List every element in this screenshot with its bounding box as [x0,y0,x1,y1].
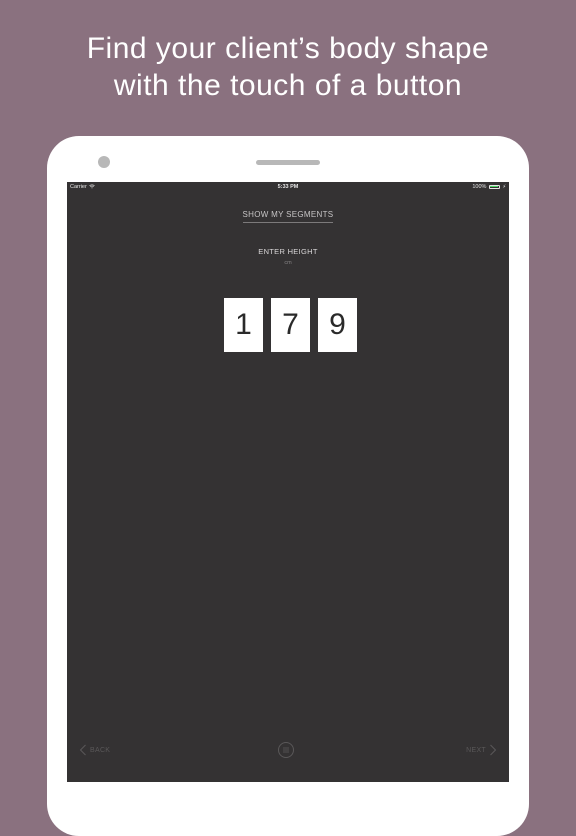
height-digit-1[interactable]: 1 [224,298,263,352]
app-screen: Carrier 5:33 PM 100% ⚡ SHOW MY SEGMENTS … [67,182,509,782]
battery-fill [490,186,499,187]
height-unit-label: cm [284,260,292,266]
back-label: BACK [90,746,111,754]
tablet-frame: Carrier 5:33 PM 100% ⚡ SHOW MY SEGMENTS … [47,136,529,836]
promo-headline-line-1: Find your client’s body shape [86,32,490,65]
camera-dot [98,156,110,168]
show-segments-link[interactable]: SHOW MY SEGMENTS [242,210,334,223]
status-bar: Carrier 5:33 PM 100% ⚡ [67,182,509,192]
status-time: 5:33 PM [277,184,299,190]
charge-icon: ⚡ [502,184,506,190]
enter-height-title: ENTER HEIGHT [258,247,318,256]
height-digit-3[interactable]: 9 [318,298,357,352]
next-button[interactable]: NEXT [466,740,497,760]
next-label: NEXT [466,746,486,754]
battery-icon [488,184,500,189]
height-digit-picker: 1 7 9 [224,298,357,352]
chevron-right-icon [490,744,497,756]
show-segments-container: SHOW MY SEGMENTS [67,204,509,223]
menu-icon [283,747,289,753]
promo-headline-line-2: with the touch of a button [113,69,463,102]
back-button[interactable]: BACK [79,740,110,760]
status-battery-group: 100% ⚡ [472,182,506,192]
height-digit-2[interactable]: 7 [271,298,310,352]
menu-button[interactable] [278,742,294,758]
battery-percent: 100% [472,184,487,190]
chevron-left-icon [79,744,86,756]
speaker-slot [256,160,320,165]
promo-headline: Find your client’s body shape with the t… [0,30,576,104]
